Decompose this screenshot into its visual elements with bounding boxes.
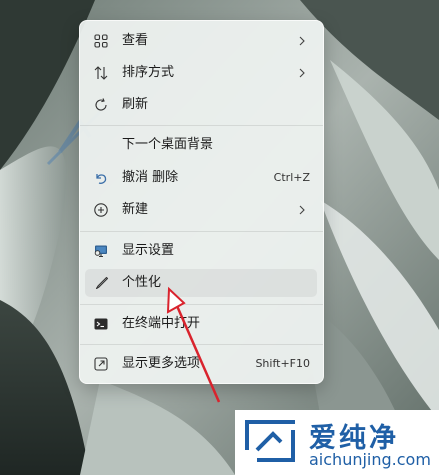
menu-item-personalize[interactable]: 个性化 [85,269,317,297]
watermark-brand: 爱纯净 aichunjing.com [235,410,439,475]
menu-item-label: 新建 [122,202,149,217]
watermark-url: aichunjing.com [309,450,431,469]
menu-item-label: 刷新 [122,97,149,112]
menu-item-next-background[interactable]: 下一个桌面背景 [85,131,317,159]
menu-item-view[interactable]: 查看 [85,27,317,55]
chevron-right-icon [299,36,305,46]
menu-separator [80,344,323,345]
menu-item-label: 排序方式 [122,65,175,80]
menu-separator [80,125,323,126]
menu-item-label: 撤消 删除 [122,170,179,185]
menu-separator [80,304,323,305]
menu-item-refresh[interactable]: 刷新 [85,91,317,119]
sort-arrows-icon [94,66,108,80]
chevron-right-icon [299,205,305,215]
more-options-icon [94,357,108,371]
menu-item-undo-delete[interactable]: 撤消 删除 Ctrl+Z [85,164,317,192]
menu-item-sort-by[interactable]: 排序方式 [85,59,317,87]
refresh-icon [95,98,107,111]
shortcut-label: Shift+F10 [255,357,310,370]
menu-item-label: 查看 [122,33,149,48]
menu-item-label: 显示设置 [122,243,175,258]
brush-icon [95,276,109,290]
menu-item-label: 在终端中打开 [122,316,201,331]
shortcut-label: Ctrl+Z [273,171,310,184]
menu-item-display-settings[interactable]: 显示设置 [85,237,317,265]
menu-item-show-more-options[interactable]: 显示更多选项 Shift+F10 [85,350,317,378]
add-circle-icon [94,203,108,217]
menu-separator [80,231,323,232]
terminal-icon [94,318,108,330]
watermark-logo-icon [245,420,295,462]
display-settings-icon [94,245,107,258]
menu-item-label: 个性化 [122,275,162,290]
menu-item-open-in-terminal[interactable]: 在终端中打开 [85,310,317,338]
menu-item-label: 显示更多选项 [122,356,201,371]
desktop-context-menu: 查看 排序方式 刷新 下一个桌面背景 撤消 删除 Ctrl+Z 新建 显示设置 … [79,20,324,384]
undo-icon [96,174,107,184]
menu-item-label: 下一个桌面背景 [122,137,214,152]
chevron-right-icon [299,68,305,78]
menu-item-new[interactable]: 新建 [85,196,317,224]
grid-icon [94,34,108,48]
